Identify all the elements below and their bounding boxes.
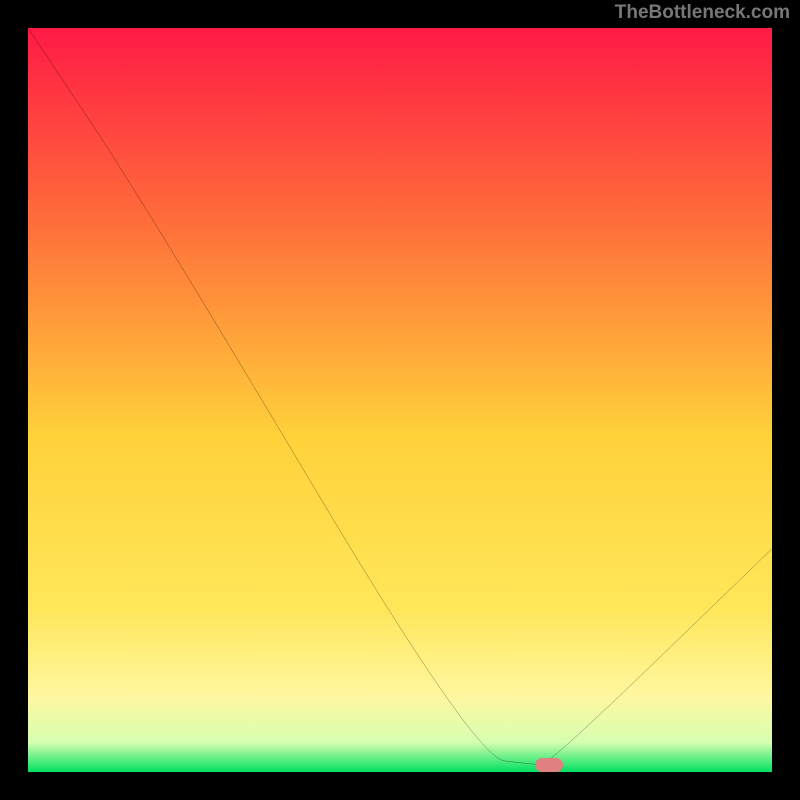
optimal-marker bbox=[535, 758, 563, 772]
chart-container: TheBottleneck.com bbox=[0, 0, 800, 800]
watermark-text: TheBottleneck.com bbox=[615, 2, 790, 24]
plot-frame bbox=[28, 28, 772, 772]
plot-area bbox=[28, 28, 772, 772]
curve-layer bbox=[28, 28, 772, 772]
bottleneck-curve bbox=[28, 28, 772, 765]
